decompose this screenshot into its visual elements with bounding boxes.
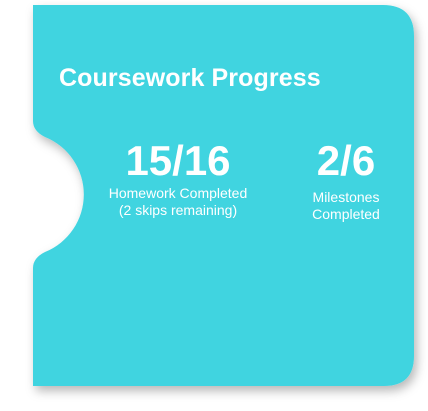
homework-label-line1: Homework Completed	[108, 185, 248, 201]
milestones-label: Milestones Completed	[294, 189, 398, 223]
coursework-progress-widget: Coursework Progress 15/16 Homework Compl…	[0, 0, 428, 411]
milestones-label-line2: Completed	[312, 206, 380, 222]
milestones-count: 2/6	[316, 137, 376, 184]
homework-label: Homework Completed (2 skips remaining)	[96, 185, 260, 219]
homework-label-line2: (2 skips remaining)	[118, 202, 238, 218]
homework-count: 15/16	[125, 137, 231, 184]
milestones-label-line1: Milestones	[312, 189, 380, 205]
card-title: Coursework Progress	[59, 64, 321, 92]
